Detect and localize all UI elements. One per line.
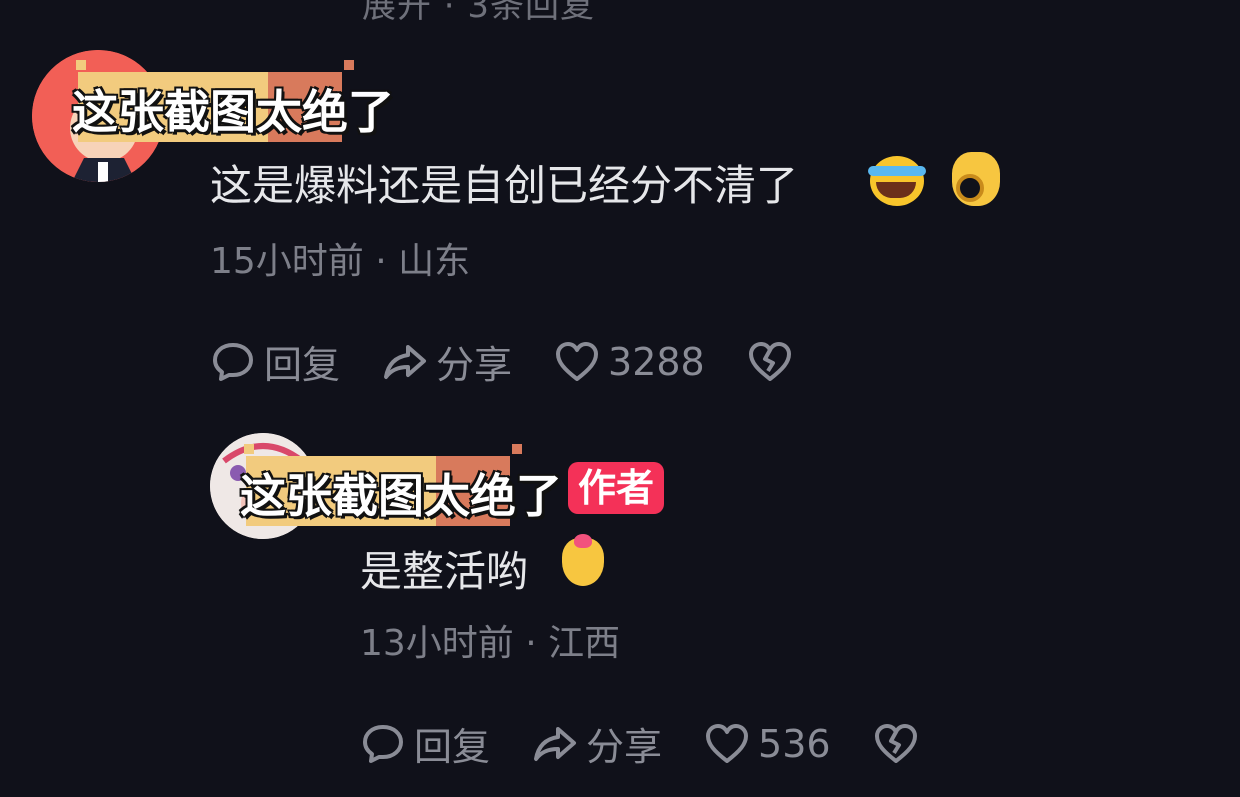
- heart-icon: [556, 341, 599, 381]
- comment-location: 山东: [398, 241, 471, 282]
- share-arrow-icon: [384, 344, 427, 379]
- meta-separator: ·: [525, 623, 549, 664]
- share-label: 分享: [436, 343, 513, 387]
- heart-icon: [706, 723, 749, 763]
- comment-text: 这是爆料还是自创已经分不清了: [210, 161, 799, 210]
- ok-hand-emoji: [952, 152, 1000, 206]
- reply-button[interactable]: 回复: [210, 334, 340, 389]
- share-button[interactable]: 分享: [532, 716, 662, 771]
- comment-text: 是整活哟: [360, 547, 529, 596]
- like-button[interactable]: 536: [704, 721, 831, 767]
- share-label: 分享: [586, 725, 663, 769]
- reply-label: 回复: [414, 725, 491, 769]
- reply-button[interactable]: 回复: [360, 716, 490, 771]
- author-badge: 作者: [568, 462, 665, 514]
- comment-actions: 回复 分享 536: [360, 716, 969, 771]
- comment-meta: 15小时前 · 山东: [210, 232, 470, 284]
- dislike-button[interactable]: [873, 721, 927, 767]
- meta-separator: ·: [375, 241, 399, 282]
- comment-meta: 13小时前 · 江西: [360, 614, 620, 666]
- reply-bubble-icon: [213, 342, 253, 381]
- reply-label: 回复: [264, 343, 341, 387]
- broken-heart-icon: [874, 723, 917, 763]
- comment-time: 13小时前: [360, 623, 514, 664]
- dislike-button[interactable]: [747, 339, 801, 385]
- collapsed-replies-link[interactable]: 展开 · 3条回复: [362, 0, 595, 27]
- comment-thread: 展开 · 3条回复 这张截图太绝了 这是爆料还是自创已经分不清了 15小时前 ·…: [0, 0, 1240, 797]
- overlay-caption: 这张截图太绝了: [239, 468, 563, 524]
- share-arrow-icon: [534, 726, 577, 761]
- like-button[interactable]: 3288: [554, 339, 705, 385]
- share-button[interactable]: 分享: [382, 334, 512, 389]
- broken-heart-icon: [748, 341, 791, 381]
- overlay-caption: 这张截图太绝了: [71, 84, 395, 140]
- like-count: 3288: [608, 339, 705, 384]
- finger-heart-emoji: [562, 534, 604, 586]
- comment-location: 江西: [548, 623, 621, 664]
- comment-actions: 回复 分享 3288: [210, 334, 843, 389]
- like-count: 536: [758, 721, 831, 766]
- rolling-on-floor-laughing-emoji: [868, 156, 926, 206]
- reply-bubble-icon: [363, 724, 403, 763]
- comment-time: 15小时前: [210, 241, 364, 282]
